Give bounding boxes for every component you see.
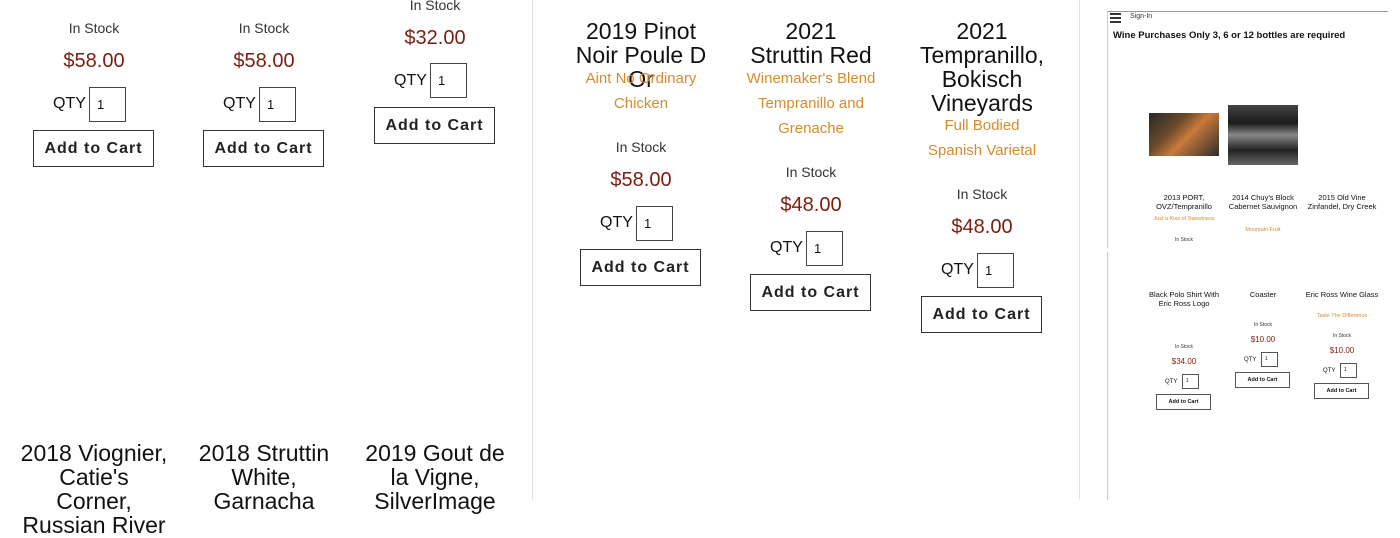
embedded-page-preview: Sign-In Wine Purchases Only 3, 6 or 12 b…: [1107, 0, 1388, 500]
stock-status: In Stock: [1253, 322, 1273, 328]
product-description: Winemaker's Blend Tempranillo and Grenac…: [746, 70, 876, 137]
product-price: $10.00: [1329, 346, 1355, 355]
product-price: $34.00: [1171, 357, 1197, 366]
qty-input[interactable]: 1: [806, 231, 843, 266]
qty-label: QTY: [1244, 357, 1257, 363]
qty-label: QTY: [223, 95, 256, 112]
qty-input[interactable]: 1: [636, 206, 673, 241]
add-to-cart-button[interactable]: Add to Cart: [580, 249, 701, 286]
stock-status: In Stock: [1174, 237, 1194, 243]
qty-label: QTY: [1323, 368, 1336, 374]
add-to-cart-button[interactable]: Add to Cart: [374, 107, 495, 144]
stock-status: In Stock: [956, 186, 1008, 202]
product-description: Taste The Difference: [1316, 313, 1368, 319]
product-title[interactable]: 2018 Struttin White, Garnacha: [194, 441, 334, 513]
product-title[interactable]: 2018 Viognier, Catie's Corner, Russian R…: [19, 441, 169, 537]
stock-status: In Stock: [615, 139, 667, 155]
add-to-cart-button[interactable]: Add to Cart: [203, 130, 324, 167]
product-price: $58.00: [63, 50, 125, 72]
qty-label: QTY: [770, 239, 803, 256]
product-price: $58.00: [610, 169, 672, 191]
purchase-notice: Wine Purchases Only 3, 6 or 12 bottles a…: [1113, 30, 1346, 41]
stock-status: In Stock: [409, 0, 461, 13]
product-description: Full Bodied Spanish Varietal: [927, 117, 1037, 159]
sign-in-link[interactable]: Sign-In: [1130, 13, 1152, 20]
mini-left-border: [1107, 11, 1108, 248]
product-title[interactable]: 2013 PORT, OVZ/Tempranillo: [1147, 193, 1221, 211]
product-price: $48.00: [780, 194, 842, 216]
add-to-cart-button[interactable]: Add to Cart: [1235, 372, 1290, 388]
product-title[interactable]: 2015 Old Vine Zinfandel, Dry Creek: [1305, 193, 1379, 211]
product-image[interactable]: [1228, 105, 1298, 165]
product-description: Just a Kiss of Sweetness: [1153, 216, 1215, 222]
qty-label: QTY: [1165, 379, 1178, 385]
product-title[interactable]: 2014 Chuy's Block Cabernet Sauvignon: [1225, 193, 1301, 211]
stock-status: In Stock: [785, 164, 837, 180]
product-price: $58.00: [233, 50, 295, 72]
column-divider: [1079, 0, 1080, 500]
column-divider: [532, 0, 533, 500]
qty-input[interactable]: 1: [259, 87, 296, 122]
add-to-cart-button[interactable]: Add to Cart: [1314, 383, 1369, 399]
add-to-cart-button[interactable]: Add to Cart: [750, 274, 871, 311]
stock-status: In Stock: [68, 20, 120, 36]
product-image[interactable]: [1149, 113, 1219, 156]
qty-label: QTY: [53, 95, 86, 112]
hamburger-menu-icon[interactable]: [1110, 13, 1121, 23]
stock-status: In Stock: [1332, 333, 1352, 339]
product-price: $32.00: [404, 27, 466, 49]
product-title[interactable]: 2019 Gout de la Vigne, SilverImage: [355, 441, 515, 513]
qty-input[interactable]: 1: [1182, 374, 1199, 389]
qty-input[interactable]: 1: [89, 87, 126, 122]
product-title[interactable]: Black Polo Shirt With Eric Ross Logo: [1147, 290, 1221, 308]
product-price: $48.00: [951, 216, 1013, 238]
mini-top-border: [1107, 11, 1388, 12]
add-to-cart-button[interactable]: Add to Cart: [921, 296, 1042, 333]
add-to-cart-button[interactable]: Add to Cart: [33, 130, 154, 167]
product-title[interactable]: Eric Ross Wine Glass: [1305, 290, 1379, 299]
stock-status: In Stock: [1174, 344, 1194, 350]
add-to-cart-button[interactable]: Add to Cart: [1156, 394, 1211, 410]
qty-input[interactable]: 1: [977, 253, 1014, 288]
product-title[interactable]: 2021 Tempranillo, Bokisch Vineyards: [912, 19, 1052, 115]
qty-input[interactable]: 1: [1340, 363, 1357, 378]
stock-status: In Stock: [238, 20, 290, 36]
mini-left-border: [1107, 252, 1108, 500]
product-description: Mountain Fruit: [1245, 227, 1281, 233]
product-description: Aint No Ordinary Chicken: [585, 70, 697, 112]
product-title[interactable]: Coaster: [1225, 290, 1301, 299]
qty-label: QTY: [600, 214, 633, 231]
qty-input[interactable]: 1: [430, 63, 467, 98]
qty-label: QTY: [941, 261, 974, 278]
qty-input[interactable]: 1: [1261, 352, 1278, 367]
product-title[interactable]: 2021 Struttin Red: [746, 19, 876, 67]
qty-label: QTY: [394, 72, 427, 89]
product-price: $10.00: [1250, 335, 1276, 344]
